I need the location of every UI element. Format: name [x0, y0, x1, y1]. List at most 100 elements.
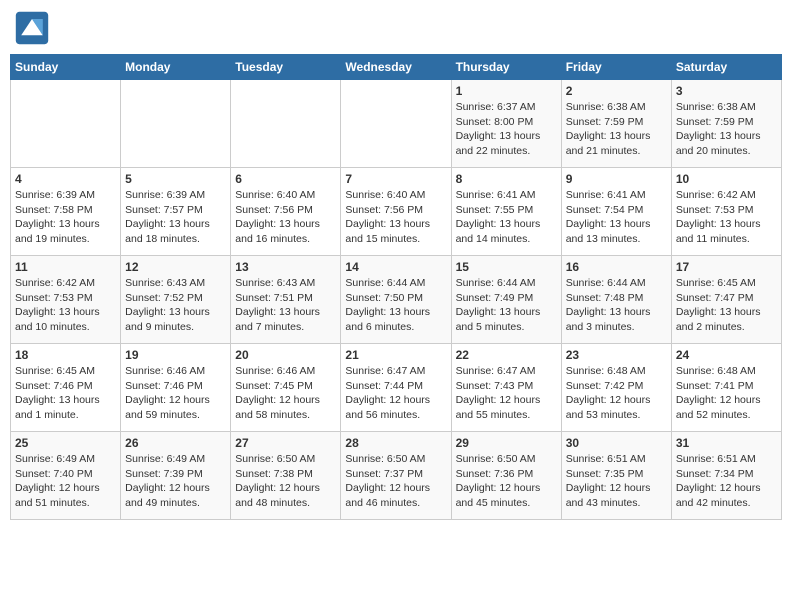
calendar-cell: 1Sunrise: 6:37 AM Sunset: 8:00 PM Daylig…: [451, 80, 561, 168]
day-number: 19: [125, 348, 226, 362]
day-info: Sunrise: 6:40 AM Sunset: 7:56 PM Dayligh…: [345, 188, 446, 247]
day-info: Sunrise: 6:44 AM Sunset: 7:50 PM Dayligh…: [345, 276, 446, 335]
calendar-table: SundayMondayTuesdayWednesdayThursdayFrid…: [10, 54, 782, 520]
calendar-cell: 18 Sunrise: 6:45 AM Sunset: 7:46 PM Dayli…: [11, 344, 121, 432]
day-number: 7: [345, 172, 446, 186]
calendar-cell: 26 Sunrise: 6:49 AM Sunset: 7:39 PM Dayli…: [121, 432, 231, 520]
weekday-header-tuesday: Tuesday: [231, 55, 341, 80]
day-number: 25: [15, 436, 116, 450]
day-info: Sunrise: 6:48 AM Sunset: 7:41 PM Dayligh…: [676, 364, 777, 423]
calendar-cell: [341, 80, 451, 168]
day-info: Sunrise: 6:39 AM Sunset: 7:57 PM Dayligh…: [125, 188, 226, 247]
day-number: 16: [566, 260, 667, 274]
day-info: Sunrise: 6:41 AM Sunset: 7:55 PM Dayligh…: [456, 188, 557, 247]
day-info: Sunrise: 6:43 AM Sunset: 7:51 PM Dayligh…: [235, 276, 336, 335]
calendar-cell: 21 Sunrise: 6:47 AM Sunset: 7:44 PM Dayli…: [341, 344, 451, 432]
calendar-cell: 17 Sunrise: 6:45 AM Sunset: 7:47 PM Dayli…: [671, 256, 781, 344]
calendar-cell: [231, 80, 341, 168]
day-number: 26: [125, 436, 226, 450]
calendar-week-4: 18 Sunrise: 6:45 AM Sunset: 7:46 PM Dayli…: [11, 344, 782, 432]
day-info: Sunrise: 6:45 AM Sunset: 7:47 PM Dayligh…: [676, 276, 777, 335]
calendar-cell: 20 Sunrise: 6:46 AM Sunset: 7:45 PM Dayli…: [231, 344, 341, 432]
day-number: 13: [235, 260, 336, 274]
calendar-cell: [121, 80, 231, 168]
day-number: 14: [345, 260, 446, 274]
calendar-cell: 6Sunrise: 6:40 AM Sunset: 7:56 PM Daylig…: [231, 168, 341, 256]
calendar-cell: 29Sunrise: 6:50 AM Sunset: 7:36 PM Dayli…: [451, 432, 561, 520]
day-info: Sunrise: 6:47 AM Sunset: 7:43 PM Dayligh…: [456, 364, 557, 423]
weekday-header-friday: Friday: [561, 55, 671, 80]
calendar-cell: 4Sunrise: 6:39 AM Sunset: 7:58 PM Daylig…: [11, 168, 121, 256]
day-info: Sunrise: 6:42 AM Sunset: 7:53 PM Dayligh…: [15, 276, 116, 335]
calendar-cell: 2 Sunrise: 6:38 AM Sunset: 7:59 PM Daylig…: [561, 80, 671, 168]
day-number: 17: [676, 260, 777, 274]
day-info: Sunrise: 6:50 AM Sunset: 7:38 PM Dayligh…: [235, 452, 336, 511]
day-number: 2: [566, 84, 667, 98]
day-info: Sunrise: 6:46 AM Sunset: 7:45 PM Dayligh…: [235, 364, 336, 423]
page-header: [10, 10, 782, 46]
day-number: 3: [676, 84, 777, 98]
day-number: 23: [566, 348, 667, 362]
day-number: 15: [456, 260, 557, 274]
calendar-cell: 24Sunrise: 6:48 AM Sunset: 7:41 PM Dayli…: [671, 344, 781, 432]
calendar-cell: 16 Sunrise: 6:44 AM Sunset: 7:48 PM Dayli…: [561, 256, 671, 344]
day-number: 10: [676, 172, 777, 186]
calendar-cell: 14 Sunrise: 6:44 AM Sunset: 7:50 PM Dayli…: [341, 256, 451, 344]
calendar-cell: 19 Sunrise: 6:46 AM Sunset: 7:46 PM Dayli…: [121, 344, 231, 432]
calendar-cell: 25Sunrise: 6:49 AM Sunset: 7:40 PM Dayli…: [11, 432, 121, 520]
day-info: Sunrise: 6:47 AM Sunset: 7:44 PM Dayligh…: [345, 364, 446, 423]
calendar-cell: 28 Sunrise: 6:50 AM Sunset: 7:37 PM Dayli…: [341, 432, 451, 520]
day-number: 21: [345, 348, 446, 362]
day-info: Sunrise: 6:49 AM Sunset: 7:39 PM Dayligh…: [125, 452, 226, 511]
weekday-header-sunday: Sunday: [11, 55, 121, 80]
calendar-header: SundayMondayTuesdayWednesdayThursdayFrid…: [11, 55, 782, 80]
day-number: 27: [235, 436, 336, 450]
day-number: 12: [125, 260, 226, 274]
day-number: 11: [15, 260, 116, 274]
day-info: Sunrise: 6:50 AM Sunset: 7:37 PM Dayligh…: [345, 452, 446, 511]
day-info: Sunrise: 6:41 AM Sunset: 7:54 PM Dayligh…: [566, 188, 667, 247]
weekday-header-thursday: Thursday: [451, 55, 561, 80]
calendar-cell: 13 Sunrise: 6:43 AM Sunset: 7:51 PM Dayli…: [231, 256, 341, 344]
day-info: Sunrise: 6:39 AM Sunset: 7:58 PM Dayligh…: [15, 188, 116, 247]
day-number: 18: [15, 348, 116, 362]
calendar-cell: 5 Sunrise: 6:39 AM Sunset: 7:57 PM Daylig…: [121, 168, 231, 256]
day-info: Sunrise: 6:38 AM Sunset: 7:59 PM Dayligh…: [676, 100, 777, 159]
day-number: 8: [456, 172, 557, 186]
day-number: 31: [676, 436, 777, 450]
calendar-cell: [11, 80, 121, 168]
calendar-cell: 22 Sunrise: 6:47 AM Sunset: 7:43 PM Dayli…: [451, 344, 561, 432]
calendar-cell: 8 Sunrise: 6:41 AM Sunset: 7:55 PM Daylig…: [451, 168, 561, 256]
weekday-header-wednesday: Wednesday: [341, 55, 451, 80]
calendar-cell: 11 Sunrise: 6:42 AM Sunset: 7:53 PM Dayli…: [11, 256, 121, 344]
calendar-cell: 9 Sunrise: 6:41 AM Sunset: 7:54 PM Daylig…: [561, 168, 671, 256]
logo: [14, 10, 54, 46]
calendar-cell: 12Sunrise: 6:43 AM Sunset: 7:52 PM Dayli…: [121, 256, 231, 344]
weekday-header-monday: Monday: [121, 55, 231, 80]
day-info: Sunrise: 6:45 AM Sunset: 7:46 PM Dayligh…: [15, 364, 116, 423]
calendar-week-2: 4Sunrise: 6:39 AM Sunset: 7:58 PM Daylig…: [11, 168, 782, 256]
calendar-cell: 10 Sunrise: 6:42 AM Sunset: 7:53 PM Dayli…: [671, 168, 781, 256]
calendar-cell: 31 Sunrise: 6:51 AM Sunset: 7:34 PM Dayli…: [671, 432, 781, 520]
day-info: Sunrise: 6:42 AM Sunset: 7:53 PM Dayligh…: [676, 188, 777, 247]
day-number: 6: [235, 172, 336, 186]
day-info: Sunrise: 6:44 AM Sunset: 7:48 PM Dayligh…: [566, 276, 667, 335]
day-number: 22: [456, 348, 557, 362]
day-info: Sunrise: 6:48 AM Sunset: 7:42 PM Dayligh…: [566, 364, 667, 423]
day-number: 28: [345, 436, 446, 450]
day-info: Sunrise: 6:46 AM Sunset: 7:46 PM Dayligh…: [125, 364, 226, 423]
calendar-cell: 23 Sunrise: 6:48 AM Sunset: 7:42 PM Dayli…: [561, 344, 671, 432]
calendar-cell: 7 Sunrise: 6:40 AM Sunset: 7:56 PM Daylig…: [341, 168, 451, 256]
day-number: 9: [566, 172, 667, 186]
calendar-cell: 3 Sunrise: 6:38 AM Sunset: 7:59 PM Daylig…: [671, 80, 781, 168]
day-info: Sunrise: 6:51 AM Sunset: 7:34 PM Dayligh…: [676, 452, 777, 511]
day-number: 29: [456, 436, 557, 450]
day-number: 20: [235, 348, 336, 362]
calendar-week-3: 11 Sunrise: 6:42 AM Sunset: 7:53 PM Dayli…: [11, 256, 782, 344]
day-info: Sunrise: 6:38 AM Sunset: 7:59 PM Dayligh…: [566, 100, 667, 159]
day-number: 5: [125, 172, 226, 186]
calendar-week-1: 1Sunrise: 6:37 AM Sunset: 8:00 PM Daylig…: [11, 80, 782, 168]
calendar-cell: 27 Sunrise: 6:50 AM Sunset: 7:38 PM Dayli…: [231, 432, 341, 520]
weekday-header-saturday: Saturday: [671, 55, 781, 80]
day-info: Sunrise: 6:44 AM Sunset: 7:49 PM Dayligh…: [456, 276, 557, 335]
